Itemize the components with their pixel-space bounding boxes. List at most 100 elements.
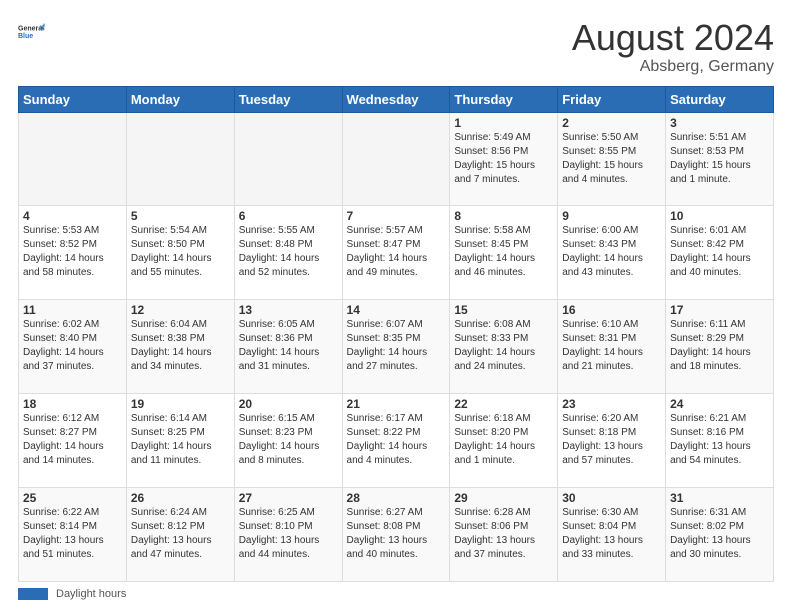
day-number: 1 [454, 116, 553, 130]
page: GeneralBlue August 2024 Absberg, Germany… [0, 0, 792, 612]
calendar-cell: 4Sunrise: 5:53 AMSunset: 8:52 PMDaylight… [19, 206, 127, 300]
calendar-cell: 16Sunrise: 6:10 AMSunset: 8:31 PMDayligh… [558, 300, 666, 394]
calendar-week-3: 11Sunrise: 6:02 AMSunset: 8:40 PMDayligh… [19, 300, 774, 394]
day-info: Sunrise: 5:57 AMSunset: 8:47 PMDaylight:… [347, 224, 446, 280]
calendar-cell: 7Sunrise: 5:57 AMSunset: 8:47 PMDaylight… [342, 206, 450, 300]
daylight-label: Daylight hours [56, 588, 126, 600]
day-number: 27 [239, 491, 338, 505]
day-number: 18 [23, 397, 122, 411]
logo-icon: GeneralBlue [18, 18, 46, 46]
day-number: 14 [347, 303, 446, 317]
day-number: 10 [670, 209, 769, 223]
calendar-header-row: SundayMondayTuesdayWednesdayThursdayFrid… [19, 86, 774, 112]
day-number: 5 [131, 209, 230, 223]
day-info: Sunrise: 6:04 AMSunset: 8:38 PMDaylight:… [131, 318, 230, 374]
day-number: 16 [562, 303, 661, 317]
day-number: 31 [670, 491, 769, 505]
calendar-header-friday: Friday [558, 86, 666, 112]
calendar-cell: 23Sunrise: 6:20 AMSunset: 8:18 PMDayligh… [558, 394, 666, 488]
calendar-header-saturday: Saturday [666, 86, 774, 112]
day-number: 6 [239, 209, 338, 223]
calendar-cell: 1Sunrise: 5:49 AMSunset: 8:56 PMDaylight… [450, 112, 558, 206]
calendar-cell: 18Sunrise: 6:12 AMSunset: 8:27 PMDayligh… [19, 394, 127, 488]
day-info: Sunrise: 6:08 AMSunset: 8:33 PMDaylight:… [454, 318, 553, 374]
calendar-cell: 15Sunrise: 6:08 AMSunset: 8:33 PMDayligh… [450, 300, 558, 394]
day-number: 17 [670, 303, 769, 317]
calendar-header-monday: Monday [126, 86, 234, 112]
day-number: 26 [131, 491, 230, 505]
day-number: 3 [670, 116, 769, 130]
calendar-header-thursday: Thursday [450, 86, 558, 112]
calendar-cell: 24Sunrise: 6:21 AMSunset: 8:16 PMDayligh… [666, 394, 774, 488]
logo: GeneralBlue [18, 18, 46, 46]
footer: Daylight hours [18, 588, 774, 600]
calendar-cell: 5Sunrise: 5:54 AMSunset: 8:50 PMDaylight… [126, 206, 234, 300]
day-info: Sunrise: 5:50 AMSunset: 8:55 PMDaylight:… [562, 131, 661, 187]
calendar-cell: 17Sunrise: 6:11 AMSunset: 8:29 PMDayligh… [666, 300, 774, 394]
calendar-cell: 19Sunrise: 6:14 AMSunset: 8:25 PMDayligh… [126, 394, 234, 488]
day-info: Sunrise: 6:21 AMSunset: 8:16 PMDaylight:… [670, 412, 769, 468]
month-title: August 2024 [572, 18, 774, 58]
calendar-cell: 2Sunrise: 5:50 AMSunset: 8:55 PMDaylight… [558, 112, 666, 206]
day-info: Sunrise: 6:17 AMSunset: 8:22 PMDaylight:… [347, 412, 446, 468]
svg-text:General: General [18, 26, 44, 33]
day-number: 8 [454, 209, 553, 223]
day-number: 2 [562, 116, 661, 130]
calendar-table: SundayMondayTuesdayWednesdayThursdayFrid… [18, 86, 774, 582]
calendar-cell: 27Sunrise: 6:25 AMSunset: 8:10 PMDayligh… [234, 488, 342, 582]
day-info: Sunrise: 6:05 AMSunset: 8:36 PMDaylight:… [239, 318, 338, 374]
day-info: Sunrise: 5:53 AMSunset: 8:52 PMDaylight:… [23, 224, 122, 280]
day-info: Sunrise: 6:00 AMSunset: 8:43 PMDaylight:… [562, 224, 661, 280]
calendar-cell: 26Sunrise: 6:24 AMSunset: 8:12 PMDayligh… [126, 488, 234, 582]
day-info: Sunrise: 5:49 AMSunset: 8:56 PMDaylight:… [454, 131, 553, 187]
day-number: 22 [454, 397, 553, 411]
day-info: Sunrise: 6:10 AMSunset: 8:31 PMDaylight:… [562, 318, 661, 374]
day-info: Sunrise: 6:27 AMSunset: 8:08 PMDaylight:… [347, 506, 446, 562]
location: Absberg, Germany [572, 58, 774, 76]
day-number: 28 [347, 491, 446, 505]
day-number: 23 [562, 397, 661, 411]
calendar-cell: 13Sunrise: 6:05 AMSunset: 8:36 PMDayligh… [234, 300, 342, 394]
calendar-cell: 14Sunrise: 6:07 AMSunset: 8:35 PMDayligh… [342, 300, 450, 394]
calendar-header-sunday: Sunday [19, 86, 127, 112]
calendar-cell: 25Sunrise: 6:22 AMSunset: 8:14 PMDayligh… [19, 488, 127, 582]
day-info: Sunrise: 6:20 AMSunset: 8:18 PMDaylight:… [562, 412, 661, 468]
calendar-cell: 30Sunrise: 6:30 AMSunset: 8:04 PMDayligh… [558, 488, 666, 582]
day-info: Sunrise: 6:22 AMSunset: 8:14 PMDaylight:… [23, 506, 122, 562]
day-info: Sunrise: 6:28 AMSunset: 8:06 PMDaylight:… [454, 506, 553, 562]
calendar-cell [342, 112, 450, 206]
day-number: 12 [131, 303, 230, 317]
calendar-cell [234, 112, 342, 206]
day-info: Sunrise: 6:02 AMSunset: 8:40 PMDaylight:… [23, 318, 122, 374]
day-number: 9 [562, 209, 661, 223]
day-info: Sunrise: 6:14 AMSunset: 8:25 PMDaylight:… [131, 412, 230, 468]
title-block: August 2024 Absberg, Germany [572, 18, 774, 76]
calendar-header-tuesday: Tuesday [234, 86, 342, 112]
calendar-week-5: 25Sunrise: 6:22 AMSunset: 8:14 PMDayligh… [19, 488, 774, 582]
svg-text:Blue: Blue [18, 33, 33, 40]
day-number: 19 [131, 397, 230, 411]
calendar-cell: 9Sunrise: 6:00 AMSunset: 8:43 PMDaylight… [558, 206, 666, 300]
day-number: 7 [347, 209, 446, 223]
calendar-cell: 29Sunrise: 6:28 AMSunset: 8:06 PMDayligh… [450, 488, 558, 582]
calendar-week-4: 18Sunrise: 6:12 AMSunset: 8:27 PMDayligh… [19, 394, 774, 488]
day-info: Sunrise: 6:24 AMSunset: 8:12 PMDaylight:… [131, 506, 230, 562]
day-info: Sunrise: 6:12 AMSunset: 8:27 PMDaylight:… [23, 412, 122, 468]
day-number: 30 [562, 491, 661, 505]
day-number: 21 [347, 397, 446, 411]
day-info: Sunrise: 5:58 AMSunset: 8:45 PMDaylight:… [454, 224, 553, 280]
calendar-cell: 20Sunrise: 6:15 AMSunset: 8:23 PMDayligh… [234, 394, 342, 488]
day-info: Sunrise: 5:54 AMSunset: 8:50 PMDaylight:… [131, 224, 230, 280]
calendar-cell: 3Sunrise: 5:51 AMSunset: 8:53 PMDaylight… [666, 112, 774, 206]
calendar-cell: 28Sunrise: 6:27 AMSunset: 8:08 PMDayligh… [342, 488, 450, 582]
day-info: Sunrise: 6:25 AMSunset: 8:10 PMDaylight:… [239, 506, 338, 562]
day-number: 4 [23, 209, 122, 223]
calendar-cell: 21Sunrise: 6:17 AMSunset: 8:22 PMDayligh… [342, 394, 450, 488]
calendar-header-wednesday: Wednesday [342, 86, 450, 112]
day-info: Sunrise: 5:51 AMSunset: 8:53 PMDaylight:… [670, 131, 769, 187]
day-number: 24 [670, 397, 769, 411]
day-info: Sunrise: 6:15 AMSunset: 8:23 PMDaylight:… [239, 412, 338, 468]
calendar-cell: 8Sunrise: 5:58 AMSunset: 8:45 PMDaylight… [450, 206, 558, 300]
header: GeneralBlue August 2024 Absberg, Germany [18, 18, 774, 76]
day-number: 29 [454, 491, 553, 505]
